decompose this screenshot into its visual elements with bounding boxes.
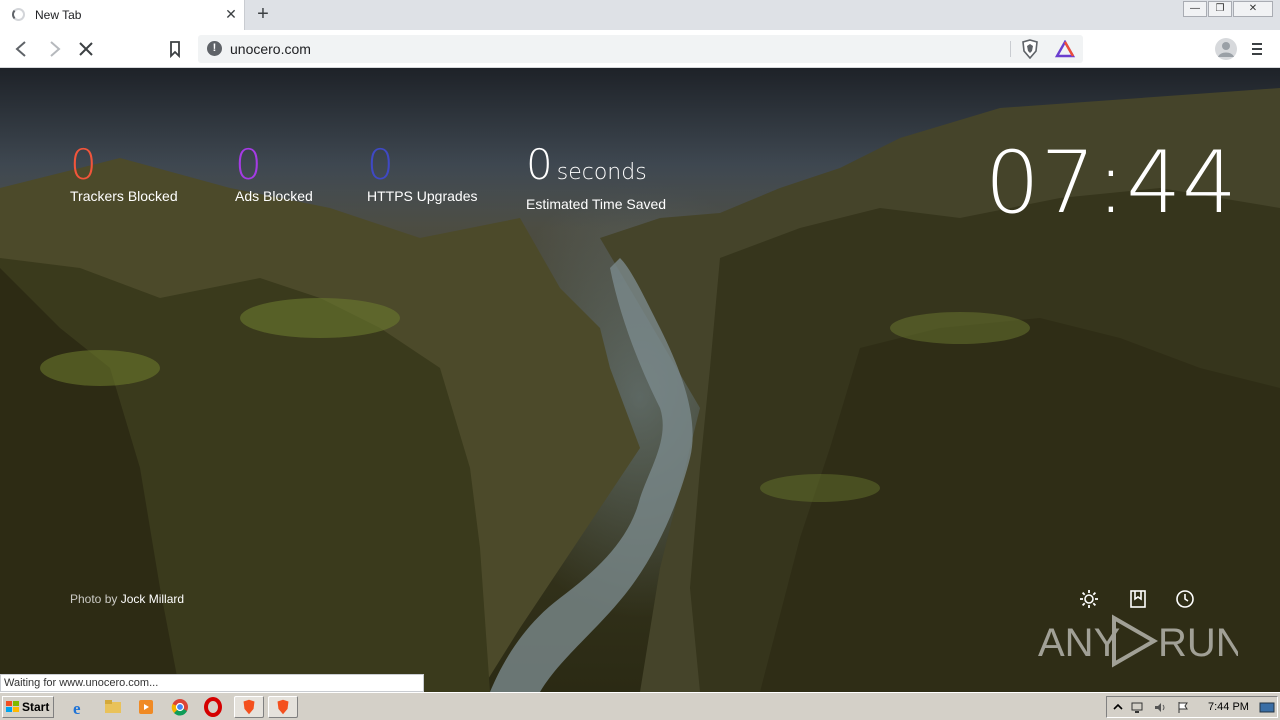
brave-shield-icon[interactable] <box>1020 39 1040 59</box>
new-tab-page: 0 Trackers Blocked 0 Ads Blocked 0 HTTPS… <box>0 68 1280 692</box>
time-saved-label: Estimated Time Saved <box>526 196 667 212</box>
back-icon[interactable] <box>11 38 33 60</box>
windows-logo-icon <box>6 701 19 712</box>
action-center-flag-icon[interactable] <box>1176 701 1190 714</box>
menu-icon[interactable] <box>1249 39 1265 59</box>
forward-icon[interactable] <box>43 38 65 60</box>
bookmarks-icon[interactable] <box>1127 588 1149 610</box>
ads-label: Ads Blocked <box>235 188 313 204</box>
profile-icon[interactable] <box>1215 38 1237 60</box>
window-close-button[interactable]: ✕ <box>1233 1 1273 17</box>
time-saved-value: 0 seconds <box>526 142 666 196</box>
trackers-count: 0 <box>70 140 97 189</box>
minimize-button[interactable]: — <box>1183 1 1207 17</box>
tab-close-icon[interactable]: ✕ <box>222 5 240 23</box>
time-saved-count: 0 <box>526 140 553 189</box>
anyrun-watermark-logo: ANY RUN <box>1038 614 1238 668</box>
chrome-icon[interactable] <box>168 696 192 718</box>
volume-icon[interactable] <box>1153 701 1167 714</box>
file-explorer-icon[interactable] <box>101 696 125 718</box>
tab-title: New Tab <box>35 8 82 22</box>
screen: New Tab ✕ + — ❐ ✕ ! unocero.com 0 Tracke… <box>0 0 1280 720</box>
status-bar: Waiting for www.unocero.com... <box>0 674 424 692</box>
browser-toolbar: ! unocero.com <box>0 30 1280 68</box>
address-bar[interactable]: ! unocero.com <box>198 35 1083 63</box>
taskbar-clock[interactable]: 7:44 PM <box>1208 701 1249 713</box>
brave-taskbar-icon[interactable] <box>234 696 264 718</box>
start-button[interactable]: Start <box>2 696 54 718</box>
media-player-icon[interactable] <box>134 696 158 718</box>
loading-spinner-icon <box>12 8 25 21</box>
https-label: HTTPS Upgrades <box>367 188 478 204</box>
stop-icon[interactable] <box>75 38 97 60</box>
divider <box>1010 41 1011 57</box>
stat-ads: 0 Ads Blocked <box>235 140 313 205</box>
info-icon[interactable]: ! <box>207 41 222 56</box>
internet-explorer-icon[interactable]: e <box>68 696 92 718</box>
bookmark-icon[interactable] <box>164 38 186 60</box>
brave-rewards-icon[interactable] <box>1055 40 1075 58</box>
system-tray: 7:44 PM <box>1106 696 1278 718</box>
stat-time-saved: 0 seconds Estimated Time Saved <box>526 142 667 213</box>
show-desktop-icon[interactable] <box>1259 701 1275 714</box>
new-tab-button[interactable]: + <box>252 3 274 25</box>
network-icon[interactable] <box>1130 701 1144 714</box>
stat-https: 0 HTTPS Upgrades <box>367 140 478 205</box>
stat-trackers: 0 Trackers Blocked <box>70 140 178 205</box>
https-count: 0 <box>367 140 394 189</box>
taskbar: Start e 7:44 PM <box>0 692 1280 720</box>
maximize-button[interactable]: ❐ <box>1208 1 1232 17</box>
photo-credit-author[interactable]: Jock Millard <box>121 592 184 606</box>
watermark-right: RUN <box>1158 621 1238 665</box>
watermark-left: ANY <box>1038 621 1120 665</box>
history-icon[interactable] <box>1174 588 1196 610</box>
photo-credit-prefix: Photo by <box>70 592 118 606</box>
time-saved-unit: seconds <box>556 160 647 185</box>
trackers-label: Trackers Blocked <box>70 188 178 204</box>
url-text[interactable]: unocero.com <box>230 41 311 57</box>
tray-expand-icon[interactable] <box>1111 701 1125 714</box>
tab-strip: New Tab ✕ + — ❐ ✕ <box>0 0 1280 30</box>
start-label: Start <box>22 700 50 714</box>
opera-icon[interactable] <box>201 696 225 718</box>
ads-count: 0 <box>235 140 262 189</box>
photo-credit: Photo by Jock Millard <box>70 592 184 606</box>
brave-taskbar-icon-2[interactable] <box>268 696 298 718</box>
tab-new-tab[interactable]: New Tab ✕ <box>0 0 245 30</box>
svg-text:e: e <box>73 699 81 718</box>
settings-icon[interactable] <box>1078 588 1100 610</box>
clock: 07:44 <box>985 133 1238 233</box>
